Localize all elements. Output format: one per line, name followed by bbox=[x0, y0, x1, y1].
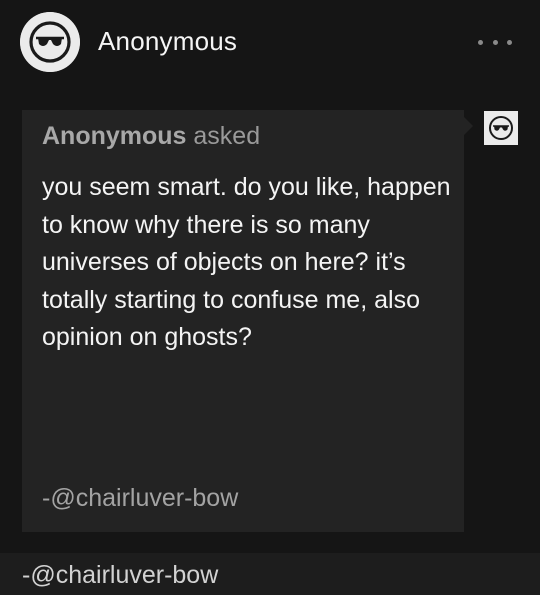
ask-bubble: Anonymous asked you seem smart. do you l… bbox=[22, 110, 464, 532]
asker-name: Anonymous bbox=[42, 122, 187, 150]
post-header: Anonymous bbox=[0, 0, 540, 88]
asked-label: asked bbox=[193, 122, 261, 150]
author-avatar[interactable] bbox=[20, 12, 80, 72]
author-username[interactable]: Anonymous bbox=[98, 26, 237, 57]
asker-line: Anonymous asked bbox=[42, 122, 260, 151]
answer-section: -@chairluver-bow bbox=[0, 553, 540, 595]
question-text: you seem smart. do you like, happen to k… bbox=[42, 173, 451, 351]
question-signature: -@chairluver-bow bbox=[42, 484, 239, 512]
more-options-button[interactable] bbox=[478, 30, 512, 54]
ask-post: Anonymous Anonymous asked you seem smart… bbox=[0, 0, 540, 595]
ellipsis-icon bbox=[492, 39, 498, 45]
answer-text: -@chairluver-bow bbox=[22, 561, 219, 589]
anonymous-sunglasses-icon bbox=[484, 111, 518, 145]
asker-avatar bbox=[484, 111, 518, 145]
anonymous-sunglasses-icon bbox=[20, 12, 80, 72]
bubble-tail bbox=[464, 117, 473, 135]
ellipsis-icon bbox=[507, 39, 512, 45]
ellipsis-icon bbox=[478, 39, 483, 45]
